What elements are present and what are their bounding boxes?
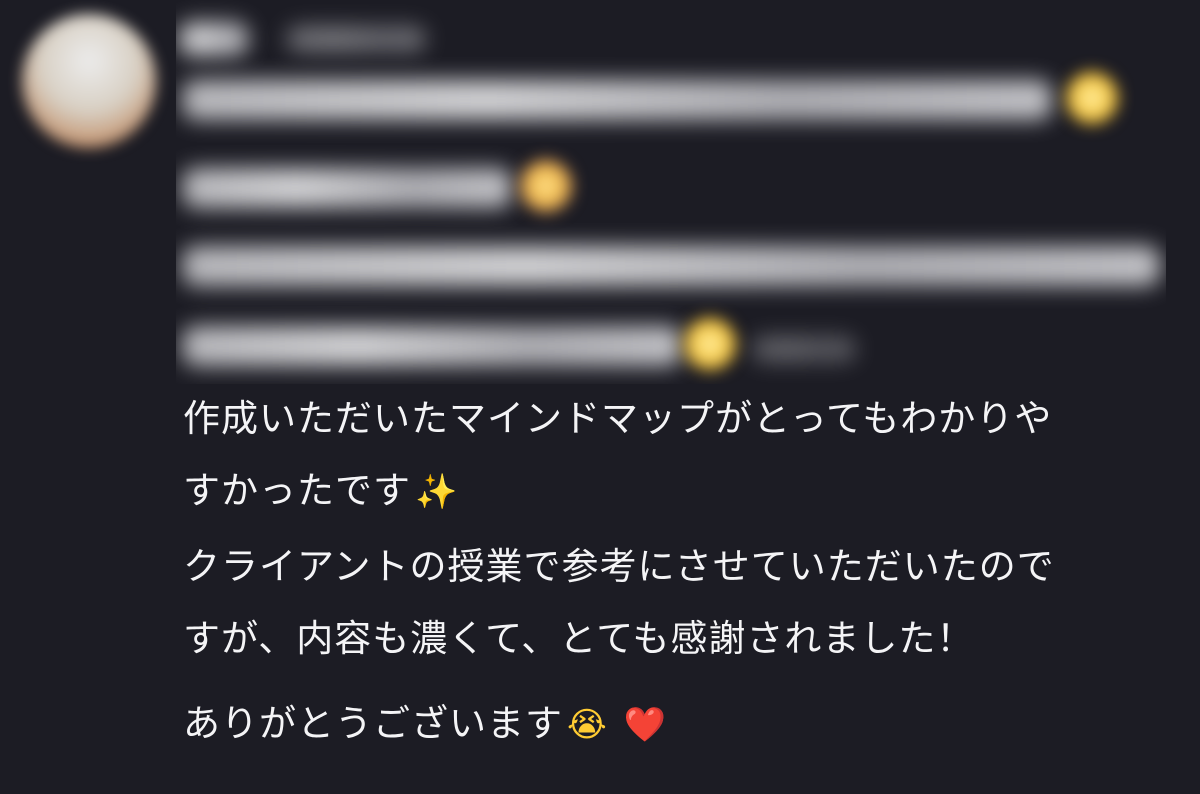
- sparkles-icon: ✨: [415, 472, 459, 512]
- message-line-text: 作成いただいたマインドマップがとってもわかりや: [183, 397, 1053, 440]
- crying-face-icon: 😭: [567, 705, 608, 745]
- blurred-emoji: [1066, 72, 1118, 124]
- message-line: すかったです ✨: [183, 465, 458, 518]
- message-line-text: すが、内容も濃くて、とても感謝されました！: [183, 617, 975, 660]
- blurred-previous-text: [176, 0, 1166, 384]
- blurred-emoji: [520, 160, 572, 212]
- blurred-line: [182, 326, 682, 366]
- message-line-text: クライアントの授業で参考にさせていただいたので: [183, 545, 1055, 588]
- chat-message: 作成いただいたマインドマップがとってもわかりや すかったです ✨ クライアントの授…: [0, 0, 1200, 794]
- blurred-line: [182, 168, 512, 208]
- message-line: すが、内容も濃くて、とても感謝されました！: [183, 613, 974, 665]
- blurred-emoji: [684, 318, 736, 370]
- blurred-timestamp: [286, 26, 426, 52]
- message-line: ありがとうございます 😭 ❤️: [183, 698, 667, 751]
- message-line-text: すかったです: [183, 469, 411, 512]
- heart-icon: ❤️: [623, 705, 668, 745]
- blurred-username: [178, 22, 248, 56]
- avatar[interactable]: [22, 14, 156, 148]
- message-line-text: ありがとうございます: [183, 702, 563, 745]
- blurred-line: [182, 246, 1160, 286]
- blurred-line: [182, 80, 1052, 120]
- message-line: クライアントの授業で参考にさせていただいたので: [183, 541, 1055, 593]
- message-line: 作成いただいたマインドマップがとってもわかりや: [183, 393, 1052, 445]
- blurred-timestamp: [751, 336, 856, 362]
